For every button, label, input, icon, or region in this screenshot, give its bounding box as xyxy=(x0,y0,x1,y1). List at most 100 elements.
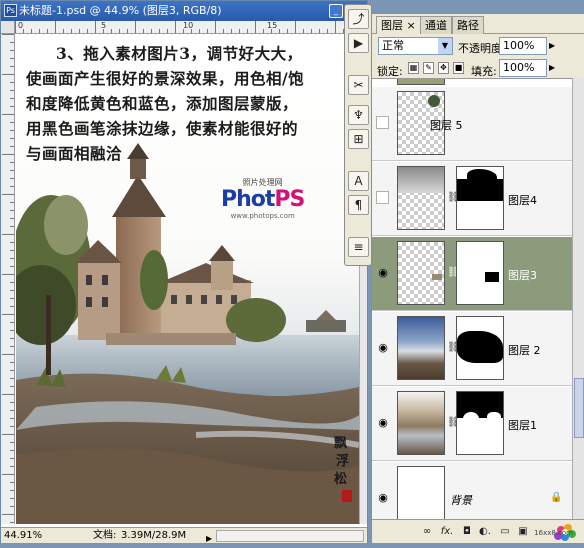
eye-icon[interactable]: ◉ xyxy=(375,340,391,356)
ruler-tick xyxy=(10,242,14,243)
layer-name[interactable]: 图层1 xyxy=(508,417,537,433)
opacity-slider-arrow-icon[interactable]: ▶ xyxy=(549,41,555,50)
adjustment-layer-icon[interactable]: ◐. xyxy=(478,525,492,538)
lock-all-icon[interactable]: ■ xyxy=(453,62,464,74)
layer-comps-icon[interactable]: ≡ xyxy=(348,237,369,257)
ruler-tick xyxy=(95,21,96,33)
layer-name[interactable]: 图层 5 xyxy=(430,117,463,133)
horizontal-ruler[interactable]: 0 5 10 15 xyxy=(15,21,367,34)
layer-mask-thumbnail[interactable] xyxy=(456,391,504,455)
ruler-tick xyxy=(247,29,248,33)
ruler-tick xyxy=(215,21,216,33)
eye-icon[interactable]: ◉ xyxy=(375,265,391,281)
visibility-toggle[interactable] xyxy=(376,191,389,204)
layer-mask-thumbnail[interactable] xyxy=(456,241,504,305)
scrollbar-thumb[interactable] xyxy=(574,378,584,438)
svg-text:浮: 浮 xyxy=(336,453,349,469)
ruler-tick xyxy=(10,66,14,67)
tab-paths[interactable]: 路径 xyxy=(452,16,484,34)
fill-field[interactable]: 100% xyxy=(499,59,547,77)
ruler-tick xyxy=(10,362,14,363)
ruler-tick xyxy=(10,106,14,107)
layer-row-selected[interactable]: ◉ ⛓ 图层3 xyxy=(372,237,572,311)
ruler-tick xyxy=(271,29,272,33)
ruler-tick xyxy=(63,29,64,33)
ruler-tick xyxy=(2,74,14,75)
layer-mask-thumbnail[interactable] xyxy=(456,316,504,380)
ruler-tick xyxy=(10,90,14,91)
layer-row[interactable]: ◉ 背景 🔒 xyxy=(372,462,572,519)
ruler-tick xyxy=(183,29,184,33)
tools-icon[interactable]: ✂ xyxy=(348,75,369,95)
ruler-label: 15 xyxy=(267,21,278,30)
paragraph-icon[interactable]: ¶ xyxy=(348,195,369,215)
layer-name[interactable]: 图层 2 xyxy=(508,342,541,358)
tab-channels[interactable]: 通道 xyxy=(420,16,452,34)
layer-name[interactable]: 图层3 xyxy=(508,267,537,283)
ruler-tick xyxy=(10,218,14,219)
ruler-tick xyxy=(10,122,14,123)
layer-name[interactable]: 图层4 xyxy=(508,192,537,208)
ruler-tick xyxy=(223,29,224,33)
ruler-tick xyxy=(10,42,14,43)
ruler-tick xyxy=(199,29,200,33)
ruler-tick xyxy=(143,29,144,33)
layers-scrollbar[interactable] xyxy=(572,78,584,519)
fill-slider-arrow-icon[interactable]: ▶ xyxy=(549,63,555,72)
lock-position-icon[interactable]: ✥ xyxy=(438,62,449,74)
zoom-level[interactable]: 44.91% xyxy=(4,528,42,543)
layer-thumbnail xyxy=(397,166,445,230)
ruler-tick xyxy=(10,186,14,187)
layer-row[interactable]: ◉ ⛓ 图层 2 xyxy=(372,312,572,386)
layer-style-icon[interactable]: fx. xyxy=(438,525,456,538)
layer-row[interactable]: 图层 5 xyxy=(372,87,572,161)
ruler-tick xyxy=(151,29,152,33)
actions-play-icon[interactable]: ▶ xyxy=(348,33,369,53)
tab-layers[interactable]: 图层 × xyxy=(376,16,421,34)
document-horizontal-scrollbar[interactable] xyxy=(216,530,364,542)
brush-presets-icon[interactable]: ♆ xyxy=(348,105,369,125)
ruler-tick xyxy=(335,21,336,33)
ruler-origin[interactable] xyxy=(1,21,15,34)
vertical-ruler[interactable] xyxy=(1,34,15,524)
visibility-toggle[interactable] xyxy=(376,116,389,129)
layer-mask-thumbnail[interactable] xyxy=(456,166,504,230)
minimize-icon[interactable]: _ xyxy=(329,4,343,18)
document-title-bar[interactable]: Ps 未标题-1.psd @ 44.9% (图层3, RGB/8) _ □ xyxy=(1,1,367,21)
character-icon[interactable]: A xyxy=(348,171,369,191)
clone-source-icon[interactable]: ⊞ xyxy=(348,129,369,149)
link-layers-icon[interactable]: ∞ xyxy=(420,525,434,538)
opacity-field[interactable]: 100% xyxy=(499,37,547,55)
ruler-tick xyxy=(10,98,14,99)
svg-text:松: 松 xyxy=(334,471,347,487)
ruler-tick xyxy=(279,29,280,33)
lock-transparent-icon[interactable]: ▦ xyxy=(408,62,419,74)
image-canvas[interactable]: 飘 浮 松 3、拖入素材图片3，调节好大大， 使画面产生很好的景深效果，用色相/… xyxy=(16,35,359,524)
layer-row[interactable]: ◉ ⛓ 图层1 xyxy=(372,387,572,461)
ruler-tick xyxy=(15,21,16,33)
ruler-tick xyxy=(231,29,232,33)
instruction-line: 3、拖入素材图片3，调节好大大， xyxy=(56,44,303,63)
ruler-tick xyxy=(2,314,14,315)
layer-name[interactable]: 背景 xyxy=(450,492,472,508)
lock-icon: 🔒 xyxy=(550,492,563,503)
lock-pixels-icon[interactable]: ✎ xyxy=(423,62,434,74)
site-brand-logo: 16xx8.com xyxy=(523,520,581,544)
new-group-icon[interactable]: ▭ xyxy=(498,525,512,538)
ruler-tick xyxy=(10,210,14,211)
ruler-tick xyxy=(10,266,14,267)
status-menu-arrow-icon[interactable]: ▶ xyxy=(206,531,212,546)
eye-icon[interactable]: ◉ xyxy=(375,415,391,431)
panel-tabs: 图层 × 通道 路径 xyxy=(372,14,584,34)
eye-icon[interactable]: ◉ xyxy=(375,490,391,506)
ruler-tick xyxy=(10,322,14,323)
layers-panel: 图层 × 通道 路径 正常 ▼ 不透明度: 100% ▶ 锁定: ▦ ✎ ✥ ■… xyxy=(371,14,584,543)
ruler-tick xyxy=(2,274,14,275)
add-mask-icon[interactable]: ◘ xyxy=(460,525,474,538)
chevron-down-icon[interactable]: ▼ xyxy=(438,38,452,54)
history-brush-icon[interactable]: ⤴ xyxy=(348,9,369,29)
ruler-tick xyxy=(39,29,40,33)
blend-mode-select[interactable]: 正常 ▼ xyxy=(378,37,453,55)
layer-thumbnail xyxy=(397,79,445,85)
layer-row[interactable]: ⛓ 图层4 xyxy=(372,162,572,236)
